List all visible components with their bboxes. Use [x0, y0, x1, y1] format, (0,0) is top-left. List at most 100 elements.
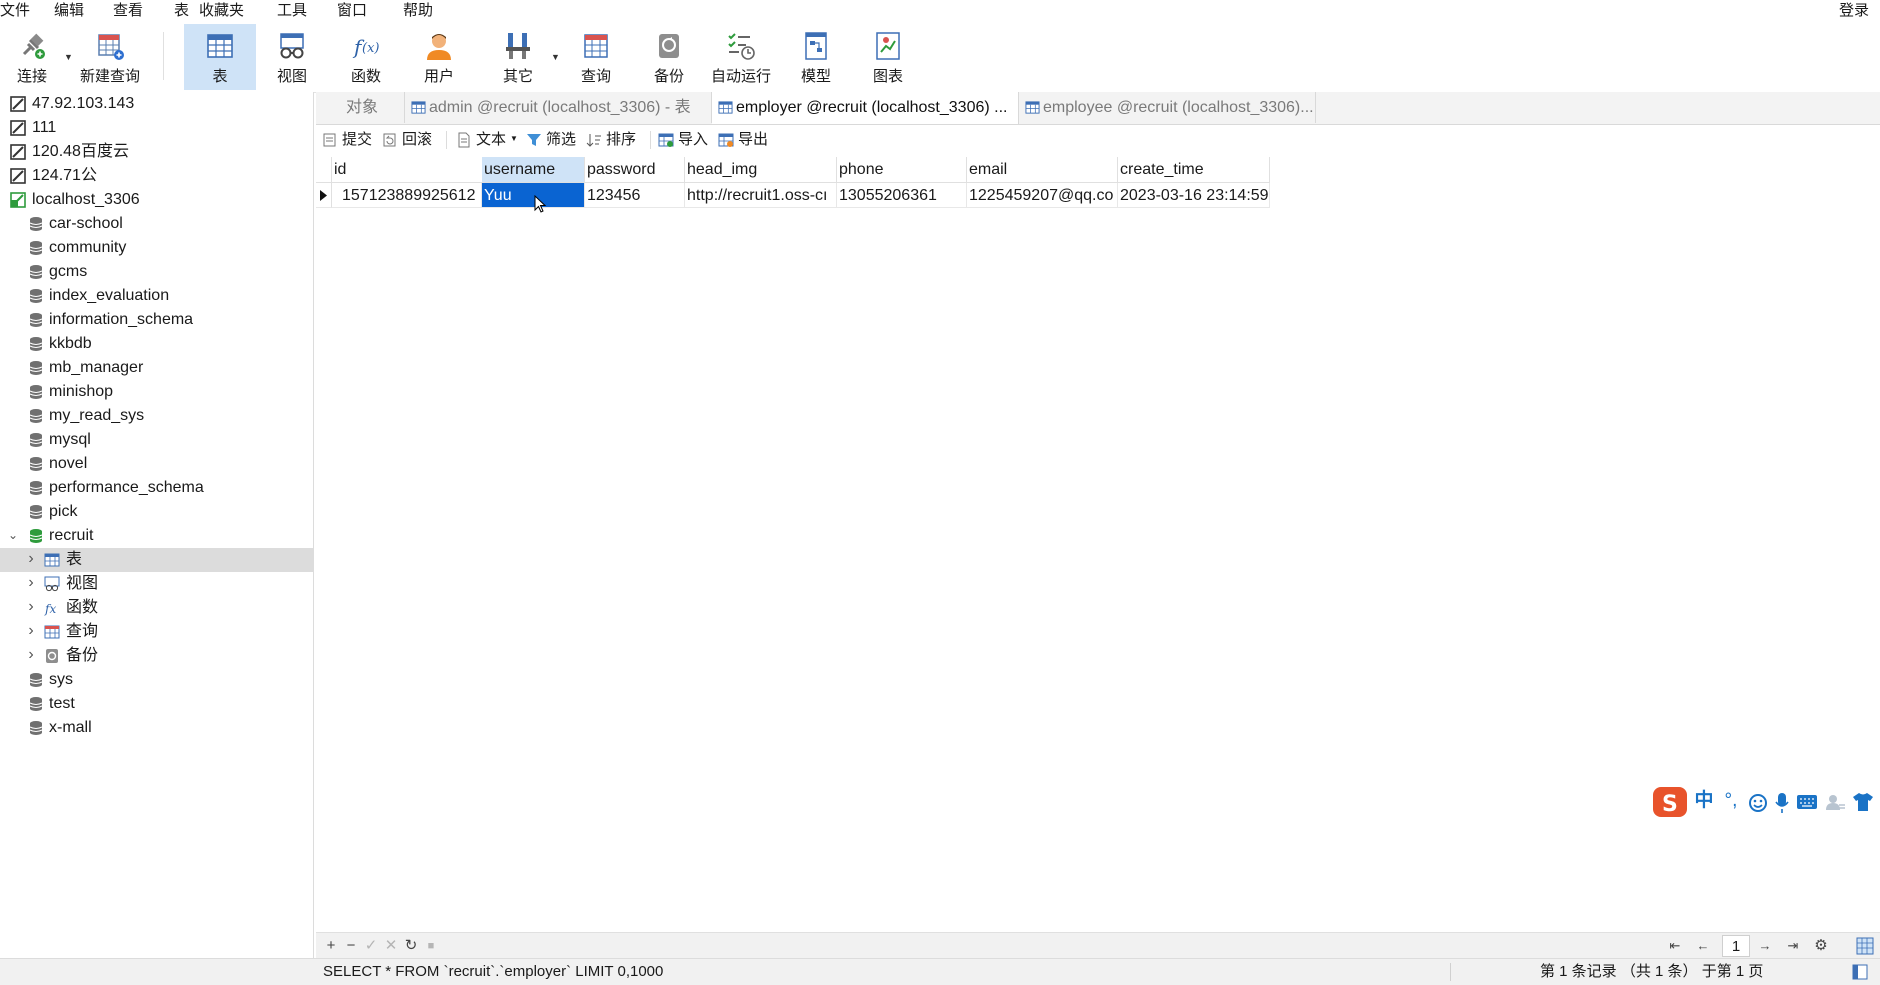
row-indicator[interactable]: [316, 183, 332, 208]
tree-item-performance-schema[interactable]: performance_schema: [0, 476, 313, 500]
other-dropdown-caret[interactable]: ▼: [551, 52, 560, 62]
tree-item-my-read-sys[interactable]: my_read_sys: [0, 404, 313, 428]
shirt-icon[interactable]: [1852, 792, 1874, 812]
tab-employer-table[interactable]: employer @recruit (localhost_3306) ...: [712, 92, 1019, 124]
tree-item-x-mall[interactable]: x-mall: [0, 716, 313, 740]
function-button[interactable]: f (x) 函数: [339, 24, 393, 90]
tree-item-information-schema[interactable]: information_schema: [0, 308, 313, 332]
tree-item-novel[interactable]: novel: [0, 452, 313, 476]
commit-button[interactable]: 提交: [322, 130, 378, 150]
add-record-button[interactable]: +: [322, 936, 340, 956]
filter-button[interactable]: 筛选: [526, 130, 582, 150]
delete-record-button[interactable]: −: [342, 936, 360, 956]
last-page-button[interactable]: ⇥: [1784, 936, 1802, 956]
chevron-right-icon[interactable]: ›: [25, 623, 37, 639]
page-number-input[interactable]: 1: [1722, 935, 1750, 957]
cell-head-img[interactable]: http://recruit1.oss-cı: [685, 183, 837, 208]
form-view-icon[interactable]: [1852, 964, 1868, 980]
tree-item-recruit-备份[interactable]: › 备份: [0, 644, 313, 668]
menu-favorites[interactable]: 收藏夹: [199, 1, 244, 21]
tab-objects[interactable]: 对象: [316, 92, 405, 123]
keyboard-icon[interactable]: [1796, 794, 1818, 810]
table-button[interactable]: 表: [184, 24, 256, 90]
tree-item-minishop[interactable]: minishop: [0, 380, 313, 404]
skin-icon[interactable]: [1824, 793, 1846, 811]
tree-item-community[interactable]: community: [0, 236, 313, 260]
menu-table[interactable]: 表: [174, 1, 189, 21]
chevron-right-icon[interactable]: ›: [25, 647, 37, 663]
tree-item-test[interactable]: test: [0, 692, 313, 716]
stop-button[interactable]: ■: [422, 936, 440, 956]
export-button[interactable]: 导出: [718, 130, 774, 150]
first-page-button[interactable]: ⇤: [1666, 936, 1684, 956]
chart-button[interactable]: 图表: [862, 24, 914, 90]
ime-punctuation[interactable]: °,: [1720, 788, 1742, 814]
auto-run-button[interactable]: 自动运行: [709, 24, 773, 90]
refresh-button[interactable]: ↻: [402, 936, 420, 956]
cell-create-time[interactable]: 2023-03-16 23:14:59: [1118, 183, 1270, 208]
previous-page-button[interactable]: ←: [1694, 936, 1712, 956]
tree-item-mysql[interactable]: mysql: [0, 428, 313, 452]
tree-item-kkbdb[interactable]: kkbdb: [0, 332, 313, 356]
sogou-logo-icon[interactable]: S: [1652, 786, 1688, 818]
other-button[interactable]: 其它: [490, 24, 546, 90]
tab-employee-table[interactable]: employee @recruit (localhost_3306)...: [1019, 92, 1316, 123]
grid-view-icon[interactable]: [1856, 937, 1874, 955]
tree-item-124-71公[interactable]: 124.71公: [0, 164, 313, 188]
menu-file[interactable]: 文件: [0, 1, 30, 21]
model-button[interactable]: 模型: [790, 24, 842, 90]
cell-phone[interactable]: 13055206361: [837, 183, 967, 208]
tree-item-recruit-表[interactable]: › 表: [0, 548, 313, 572]
tree-item-recruit-查询[interactable]: › 查询: [0, 620, 313, 644]
chevron-right-icon[interactable]: ›: [25, 551, 37, 567]
column-header-phone[interactable]: phone: [837, 157, 967, 183]
sort-button[interactable]: 排序: [586, 130, 642, 150]
column-header-id[interactable]: id: [332, 157, 498, 183]
connection-dropdown-caret[interactable]: ▼: [64, 52, 73, 62]
expand-chevron-icon[interactable]: ⌄: [7, 527, 19, 543]
cell-password[interactable]: 123456: [585, 183, 685, 208]
chevron-right-icon[interactable]: ›: [25, 599, 37, 615]
discard-changes-button[interactable]: ✕: [382, 936, 400, 956]
tree-item-recruit[interactable]: ⌄ recruit: [0, 524, 313, 548]
apply-changes-button[interactable]: ✓: [362, 936, 380, 956]
connection-button[interactable]: 连接: [4, 24, 60, 90]
tree-item-111[interactable]: 111: [0, 116, 313, 140]
new-query-button[interactable]: 新建查询: [76, 24, 144, 90]
column-header-head-img[interactable]: head_img: [685, 157, 837, 183]
menu-help[interactable]: 帮助: [403, 1, 433, 21]
tree-item-120-48百度云[interactable]: 120.48百度云: [0, 140, 313, 164]
rollback-button[interactable]: 回滚: [382, 130, 438, 150]
tree-item-recruit-函数[interactable]: › fx 函数: [0, 596, 313, 620]
microphone-icon[interactable]: [1774, 792, 1790, 814]
tree-item-mb-manager[interactable]: mb_manager: [0, 356, 313, 380]
column-header-username[interactable]: username: [482, 157, 585, 183]
tree-item-index-evaluation[interactable]: index_evaluation: [0, 284, 313, 308]
column-header-password[interactable]: password: [585, 157, 685, 183]
column-header-create-time[interactable]: create_time: [1118, 157, 1270, 183]
query-button[interactable]: 查询: [570, 24, 622, 90]
tree-item-recruit-视图[interactable]: › 视图: [0, 572, 313, 596]
menu-tools[interactable]: 工具: [277, 1, 307, 21]
backup-button[interactable]: 备份: [643, 24, 695, 90]
column-header-email[interactable]: email: [967, 157, 1118, 183]
login-link[interactable]: 登录: [1839, 1, 1869, 21]
tree-item-localhost-3306[interactable]: localhost_3306: [0, 188, 313, 212]
emoji-icon[interactable]: [1748, 793, 1768, 813]
expand-chevron-icon[interactable]: [0, 191, 10, 207]
tree-item-47-92-103-143[interactable]: 47.92.103.143: [0, 92, 313, 116]
menu-edit[interactable]: 编辑: [54, 1, 84, 21]
settings-gear-icon[interactable]: ⚙: [1812, 936, 1830, 956]
text-mode-button[interactable]: 文本 ▼: [456, 130, 518, 150]
ime-chinese-mode[interactable]: 中: [1692, 788, 1716, 814]
import-button[interactable]: 导入: [658, 130, 714, 150]
menu-window[interactable]: 窗口: [337, 1, 367, 21]
tab-admin-table[interactable]: admin @recruit (localhost_3306) - 表: [405, 92, 712, 123]
tree-item-sys[interactable]: sys: [0, 668, 313, 692]
cell-email[interactable]: 1225459207@qq.co: [967, 183, 1118, 208]
menu-view[interactable]: 查看: [113, 1, 143, 21]
tree-item-pick[interactable]: pick: [0, 500, 313, 524]
tree-item-gcms[interactable]: gcms: [0, 260, 313, 284]
chevron-right-icon[interactable]: ›: [25, 575, 37, 591]
user-button[interactable]: 用户: [412, 24, 466, 90]
